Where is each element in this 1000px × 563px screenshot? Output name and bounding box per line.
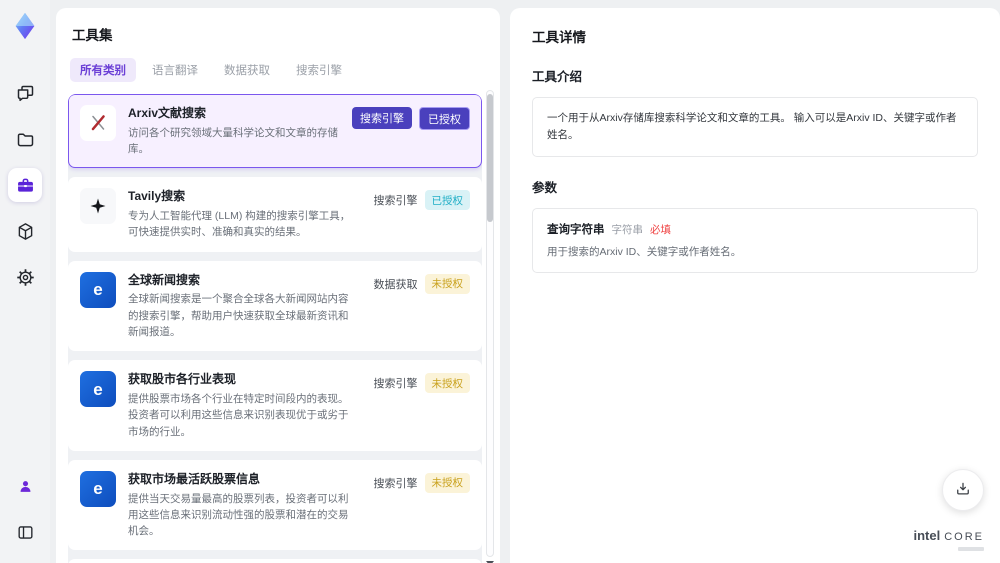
tool-card[interactable]: Arxiv文献搜索访问各个研究领域大量科学论文和文章的存储库。 搜索引擎 已授权 <box>68 94 482 169</box>
tool-logo-arxiv-icon <box>80 105 116 141</box>
tool-category-tag: 搜索引擎 <box>373 477 418 490</box>
category-tab[interactable]: 语言翻译 <box>142 58 208 82</box>
tool-logo-news-blue-icon: e <box>80 371 116 408</box>
param-name: 查询字符串 <box>547 223 605 236</box>
detail-panel-title: 工具详情 <box>532 30 586 45</box>
tool-logo-news-blue-icon: e <box>80 271 116 308</box>
gear-icon[interactable] <box>8 260 42 294</box>
main-area: 工具集 所有类别 语言翻译 数据获取 搜索引擎 Arxiv文献搜索 访问各个研究领域大量… <box>50 8 1000 563</box>
core-wordmark: core <box>944 531 984 543</box>
category-tab[interactable]: 所有类别 <box>70 58 136 82</box>
tool-status-badge: 未授权 <box>424 373 470 394</box>
tool-name: 获取股市各行业表现 <box>128 372 237 387</box>
scroll-down-arrow[interactable] <box>486 559 494 563</box>
tool-card[interactable]: e 全球新闻搜索全球新闻搜索是一个聚合全球各大新闻网站内容的搜索引擎，帮助用户快速… <box>68 260 482 352</box>
app-logo-icon <box>9 10 41 42</box>
params-section-title: 参数 <box>532 180 558 195</box>
tool-name: 获取市场最活跃股票信息 <box>128 471 261 486</box>
sidebar-nav <box>8 76 42 294</box>
sidebar-toggle-icon[interactable] <box>8 515 42 549</box>
tool-status-badge: 未授权 <box>424 472 470 493</box>
download-button[interactable] <box>942 469 984 511</box>
tool-category-tag: 数据获取 <box>373 278 418 291</box>
tool-status-badge: 已授权 <box>424 190 470 211</box>
intro-box: 一个用于从Arxiv存储库搜索科学论文和文章的工具。 输入可以是Arxiv ID… <box>532 97 978 157</box>
cube-icon[interactable] <box>8 214 42 248</box>
tool-description: 专为人工智能代理 (LLM) 构建的搜索引擎工具，可快速提供实时、准确和真实的结… <box>128 210 351 239</box>
scrollbar[interactable] <box>486 90 494 557</box>
tool-card[interactable]: 万维地区新闻查询查询具体行政区划内的新闻，快速了解各地新闻动搜索引擎未授权 <box>68 559 482 563</box>
tool-description: 访问各个研究领域大量科学论文和文章的存储库。 <box>128 126 338 156</box>
intro-section-title: 工具介绍 <box>532 70 583 84</box>
user-icon[interactable] <box>8 469 42 503</box>
param-description: 用于搜索的Arxiv ID、关键字或作者姓名。 <box>547 245 742 258</box>
tool-card[interactable]: e 获取市场最活跃股票信息提供当天交易量最高的股票列表，投资者可以利用这些信息来识… <box>68 459 482 551</box>
tool-status-badge: 已授权 <box>419 107 470 130</box>
detail-panel: 工具详情 工具介绍 一个用于从Arxiv存储库搜索科学论文和文章的工具。 输入可… <box>510 8 1000 563</box>
sidebar <box>0 0 50 563</box>
briefcase-icon[interactable] <box>8 168 42 202</box>
tool-name: Arxiv文献搜索 <box>128 106 207 120</box>
intel-wordmark: intel <box>913 528 941 543</box>
param-type: 字符串 <box>611 223 644 236</box>
tools-panel: 工具集 所有类别 语言翻译 数据获取 搜索引擎 Arxiv文献搜索 访问各个研究领域大量… <box>56 8 500 563</box>
chat-icon[interactable] <box>8 76 42 110</box>
param-required-badge: 必填 <box>650 223 671 236</box>
tool-status-badge: 未授权 <box>424 273 470 294</box>
intel-core-logo: intel core <box>913 528 984 551</box>
tool-card[interactable]: Tavily搜索专为人工智能代理 (LLM) 构建的搜索引擎工具，可快速提供实时… <box>68 177 482 252</box>
tool-list: Arxiv文献搜索 访问各个研究领域大量科学论文和文章的存储库。 搜索引擎 已授权 Ta… <box>68 94 482 563</box>
tool-description: 提供当天交易量最高的股票列表，投资者可以利用这些信息来识别流动性强的股票和潜在的… <box>128 492 349 538</box>
tool-category-tag: 搜索引擎 <box>373 195 418 208</box>
params-box: 查询字符串 字符串 必填用于搜索的Arxiv ID、关键字或作者姓名。 <box>532 207 978 274</box>
category-tabs: 所有类别 语言翻译 数据获取 搜索引擎 <box>70 58 482 82</box>
tool-category-tag: 搜索引擎 <box>373 378 418 391</box>
tool-category-tag: 搜索引擎 <box>352 107 412 129</box>
tool-card[interactable]: e 获取股市各行业表现提供股票市场各个行业在特定时间段内的表现。投资者可以利用这些… <box>68 360 482 451</box>
tool-name: 全球新闻搜索 <box>128 272 201 287</box>
intel-core-subtext <box>958 547 984 551</box>
category-tab[interactable]: 搜索引擎 <box>286 58 352 82</box>
tools-panel-title: 工具集 <box>72 28 113 43</box>
scrollbar-thumb[interactable] <box>487 94 493 222</box>
sidebar-bottom <box>8 469 42 549</box>
tool-description: 提供股票市场各个行业在特定时间段内的表现。投资者可以利用这些信息来识别表现优于或… <box>128 393 349 438</box>
download-icon <box>954 480 972 501</box>
tool-list-wrap: Arxiv文献搜索 访问各个研究领域大量科学论文和文章的存储库。 搜索引擎 已授权 Ta… <box>68 90 494 563</box>
tool-name: Tavily搜索 <box>128 189 186 204</box>
category-tab[interactable]: 数据获取 <box>214 58 280 82</box>
folder-icon[interactable] <box>8 122 42 156</box>
intro-text: 一个用于从Arxiv存储库搜索科学论文和文章的工具。 输入可以是Arxiv ID… <box>547 112 957 141</box>
tool-logo-news-blue-icon: e <box>80 470 116 507</box>
tool-description: 全球新闻搜索是一个聚合全球各大新闻网站内容的搜索引擎，帮助用户快速获取全球最新资… <box>128 293 349 338</box>
tool-logo-tavily-icon <box>80 188 116 225</box>
